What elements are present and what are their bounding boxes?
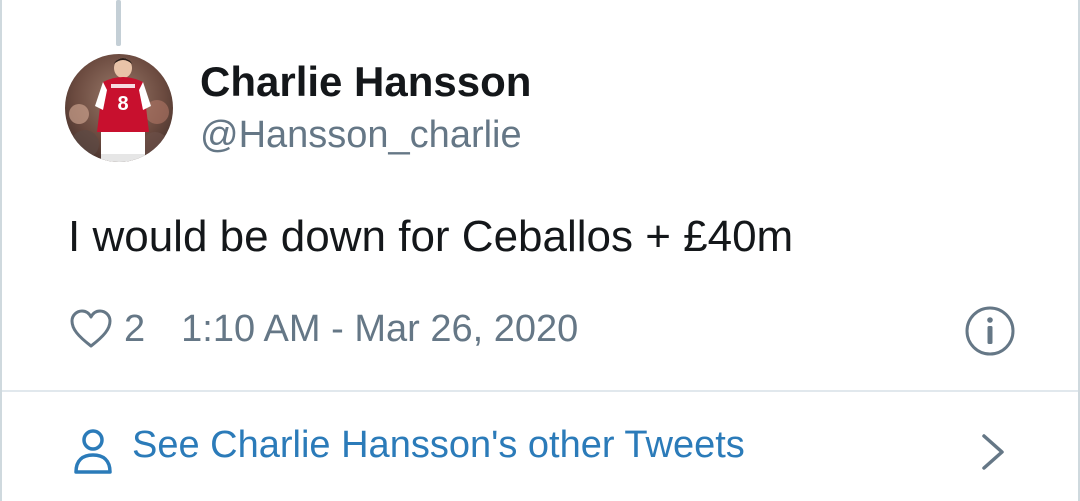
tweet-timestamp[interactable]: 1:10 AM - Mar 26, 2020 — [181, 308, 578, 351]
like-button[interactable]: 2 — [68, 306, 145, 352]
author-handle[interactable]: @Hansson_charlie — [200, 114, 522, 157]
tweet-card: 8 Charlie Hansson @Hansson_charlie I wou… — [0, 0, 1080, 501]
avatar[interactable]: 8 — [65, 54, 173, 162]
thread-connector-line — [116, 0, 121, 46]
info-button[interactable] — [964, 305, 1016, 357]
tweet-meta: 2 1:10 AM - Mar 26, 2020 — [68, 304, 578, 354]
see-other-tweets-label: See Charlie Hansson's other Tweets — [132, 424, 745, 466]
heart-icon — [68, 306, 114, 352]
person-icon — [72, 428, 114, 476]
avatar-jersey-number: 8 — [117, 93, 128, 115]
info-circle-icon — [964, 305, 1016, 357]
author-name[interactable]: Charlie Hansson — [200, 58, 531, 106]
like-count: 2 — [124, 307, 146, 350]
tweet-text: I would be down for Ceballos + £40m — [68, 212, 794, 261]
see-other-tweets-link[interactable]: See Charlie Hansson's other Tweets — [2, 392, 1078, 501]
chevron-right-icon — [978, 430, 1008, 474]
